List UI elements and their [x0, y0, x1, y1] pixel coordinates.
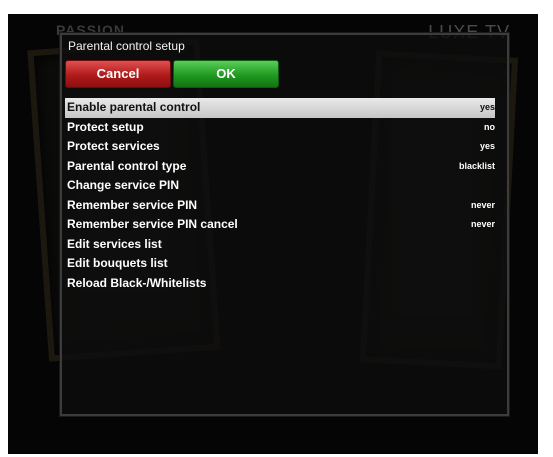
setting-reload-black-whitelists[interactable]: Reload Black-/Whitelists	[65, 274, 495, 294]
setting-remember-service-pin[interactable]: Remember service PIN never	[65, 196, 495, 216]
setting-label: Reload Black-/Whitelists	[67, 275, 207, 290]
parental-control-dialog: Parental control setup Cancel OK Enable …	[60, 33, 509, 416]
tv-screen: PASSION LUXE TV Parental control setup C…	[8, 14, 538, 454]
setting-value: never	[470, 199, 495, 210]
setting-label: Change service PIN	[67, 178, 180, 192]
setting-label: Remember service PIN	[67, 197, 198, 212]
setting-label: Protect services	[67, 139, 160, 153]
setting-value: no	[484, 121, 495, 132]
setting-label: Parental control type	[67, 158, 187, 173]
setting-value: never	[470, 219, 495, 229]
ok-button[interactable]: OK	[173, 60, 279, 88]
setting-label: Edit services list	[67, 236, 162, 251]
setting-label: Remember service PIN cancel	[67, 217, 238, 231]
setting-edit-bouquets-list[interactable]: Edit bouquets list	[65, 254, 495, 274]
setting-label: Edit bouquets list	[67, 256, 168, 270]
setting-value: yes	[479, 102, 495, 112]
setting-label: Enable parental control	[67, 100, 201, 114]
setting-edit-services-list[interactable]: Edit services list	[65, 235, 495, 255]
setting-change-service-pin[interactable]: Change service PIN	[65, 176, 495, 196]
setting-label: Protect setup	[67, 119, 144, 134]
setting-protect-setup[interactable]: Protect setup no	[65, 118, 495, 138]
settings-list: Enable parental control yes Protect setu…	[65, 98, 495, 293]
cancel-button[interactable]: Cancel	[65, 60, 171, 88]
setting-remember-service-pin-cancel[interactable]: Remember service PIN cancel never	[65, 215, 495, 235]
setting-value: blacklist	[458, 160, 495, 171]
dialog-title: Parental control setup	[68, 39, 185, 53]
setting-enable-parental-control[interactable]: Enable parental control yes	[65, 98, 495, 118]
setting-parental-control-type[interactable]: Parental control type blacklist	[65, 157, 495, 177]
setting-protect-services[interactable]: Protect services yes	[65, 137, 495, 157]
setting-value: yes	[479, 141, 495, 151]
